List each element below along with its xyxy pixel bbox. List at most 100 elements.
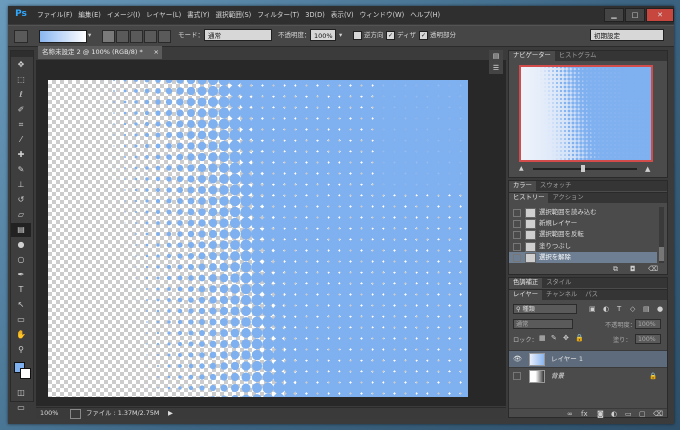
menu-item[interactable]: 3D(D) [302,6,328,24]
status-menu-arrow-icon[interactable]: ▶ [168,408,173,419]
tab-actions[interactable]: アクション [548,193,587,203]
marquee-tool-icon[interactable]: ⬚ [11,73,31,87]
tab-layers[interactable]: レイヤー [509,290,542,300]
new-layer-icon[interactable]: ▢ [639,410,646,418]
zoom-slider-handle[interactable] [581,165,585,172]
angle-gradient-icon[interactable] [130,30,143,43]
menu-item[interactable]: ウィンドウ(W) [357,6,408,24]
background-color-swatch[interactable] [20,368,31,379]
layer-filter-select[interactable]: ⚲ 種類 [513,304,577,314]
mode-select[interactable]: 通常 [204,29,272,41]
dither-option[interactable]: ✓ ディザ [386,29,416,42]
menu-item[interactable]: 選択範囲(S) [213,6,255,24]
history-item[interactable]: 選択範囲を反転 [509,229,657,241]
menu-item[interactable]: ヘルプ(H) [407,6,443,24]
transparency-checkbox[interactable]: ✓ [419,30,428,40]
history-scrollbar[interactable] [659,207,664,263]
brush-tool-icon[interactable]: ✎ [11,163,31,177]
eyedropper-tool-icon[interactable]: ⁄ [11,133,31,147]
history-brush-tool-icon[interactable]: ↺ [11,193,31,207]
path-select-tool-icon[interactable]: ↖ [11,298,31,312]
layer-opacity-input[interactable]: 100% [635,319,661,329]
zoom-level[interactable]: 100% [40,408,58,419]
history-source-checkbox[interactable] [513,242,521,251]
layer-row[interactable]: 👁 レイヤー 1 [509,350,667,367]
gradient-tool-icon[interactable]: ▤ [11,223,31,237]
tab-styles[interactable]: スタイル [542,278,575,288]
snapshot-from-state-icon[interactable]: ⧉ [613,265,618,274]
pen-tool-icon[interactable]: ✒ [11,268,31,282]
menu-item[interactable]: ファイル(F) [34,6,75,24]
tab-history[interactable]: ヒストリー [509,193,549,203]
canvas[interactable] [48,80,468,397]
tab-navigator[interactable]: ナビゲーター [509,51,555,61]
radial-gradient-icon[interactable] [116,30,129,43]
blur-tool-icon[interactable]: ● [11,238,31,252]
type-tool-icon[interactable]: T [11,283,31,297]
reflected-gradient-icon[interactable] [144,30,157,43]
quick-mask-icon[interactable]: ◫ [11,386,31,400]
tab-adjustments[interactable]: 色調補正 [509,278,543,288]
mask-icon[interactable]: ◙ [597,410,604,418]
move-tool-icon[interactable]: ✥ [11,58,31,72]
tab-color[interactable]: カラー [509,181,536,191]
menu-item[interactable]: イメージ(I) [104,6,143,24]
zoom-tool-icon[interactable]: ⚲ [11,343,31,357]
eraser-tool-icon[interactable]: ▱ [11,208,31,222]
diamond-gradient-icon[interactable] [158,30,171,43]
history-source-checkbox[interactable] [513,253,521,262]
history-item[interactable]: 新規レイヤー [509,218,657,230]
visibility-toggle[interactable] [513,372,521,380]
dither-checkbox[interactable]: ✓ [386,30,395,40]
quick-select-tool-icon[interactable]: ✐ [11,103,31,117]
chevron-down-icon[interactable]: ▾ [88,29,91,42]
link-icon[interactable]: ∞ [567,410,573,418]
fx-icon[interactable]: fx [581,410,588,418]
minimize-button[interactable]: ▁ [604,8,624,22]
lock-all-icon[interactable]: 🔒 [575,334,584,342]
zoom-in-icon[interactable]: ▲ [645,165,650,173]
history-source-checkbox[interactable] [513,209,521,217]
panel-expand-icon[interactable]: ▤ [489,50,503,62]
fill-input[interactable]: 100% [635,334,661,344]
linear-gradient-icon[interactable] [102,30,115,43]
zoom-slider[interactable] [533,168,637,170]
close-button[interactable]: ✕ [646,8,674,22]
crop-tool-icon[interactable]: ⌗ [11,118,31,132]
lock-image-icon[interactable]: ✎ [551,334,557,342]
clone-stamp-tool-icon[interactable]: ⊥ [11,178,31,192]
adjustment-layer-icon[interactable]: ◐ [611,410,617,418]
lock-position-icon[interactable]: ✥ [563,334,569,342]
filter-type-icon[interactable]: T [617,305,621,313]
gradient-picker[interactable] [39,30,87,43]
folder-icon[interactable]: ▭ [625,410,632,418]
history-source-checkbox[interactable] [513,231,521,240]
filter-smart-icon[interactable]: ▤ [643,305,650,313]
reverse-checkbox[interactable] [353,30,362,40]
blend-mode-select[interactable]: 通常 [513,319,573,329]
healing-brush-tool-icon[interactable]: ✚ [11,148,31,162]
maximize-button[interactable]: □ [625,8,645,22]
filter-adjustment-icon[interactable]: ◐ [603,305,609,313]
gradient-tool-preset-icon[interactable] [14,30,28,43]
menu-item[interactable]: 書式(Y) [184,6,212,24]
trash-icon[interactable]: ⌫ [653,410,663,418]
menu-item[interactable]: 表示(V) [328,6,357,24]
shape-tool-icon[interactable]: ▭ [11,313,31,327]
close-tab-icon[interactable]: × [154,46,159,59]
hand-tool-icon[interactable]: ✋ [11,328,31,342]
trash-icon[interactable]: ⌫ [648,265,658,273]
properties-icon[interactable]: ☰ [489,62,503,74]
chevron-down-icon[interactable]: ▾ [339,29,342,42]
history-scroll-thumb[interactable] [659,247,664,261]
history-item[interactable]: 選択範囲を読み込む [509,207,657,218]
menu-item[interactable]: フィルター(T) [254,6,302,24]
history-item[interactable]: 選択を解除 [509,251,657,263]
export-icon[interactable] [70,409,81,419]
lasso-tool-icon[interactable]: ℓ [11,88,31,102]
filter-toggle-icon[interactable]: ● [657,305,663,313]
transparency-option[interactable]: ✓ 透明部分 [419,29,456,42]
history-item[interactable]: 塗りつぶし [509,241,657,252]
tab-swatches[interactable]: スウォッチ [536,181,575,191]
workspace-select[interactable]: 初期設定 [590,29,664,41]
